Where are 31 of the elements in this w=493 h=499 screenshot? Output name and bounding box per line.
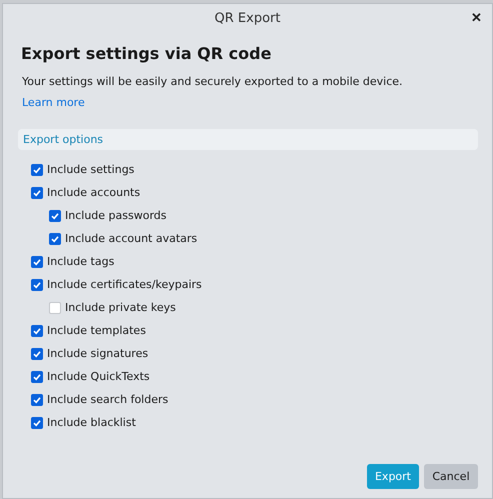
option-label: Include templates [47, 324, 146, 337]
checkbox[interactable] [31, 324, 43, 336]
option-label: Include private keys [65, 301, 176, 314]
checkbox[interactable] [49, 302, 61, 314]
checkbox[interactable] [49, 210, 61, 222]
checkbox[interactable] [31, 348, 43, 360]
option-label: Include account avatars [65, 232, 198, 245]
option-label: Include search folders [47, 393, 168, 406]
option-label: Include blacklist [47, 416, 136, 429]
window-title: QR Export [214, 10, 280, 26]
checkbox[interactable] [31, 394, 43, 406]
option-label: Include certificates/keypairs [47, 278, 202, 291]
option-label: Include accounts [47, 186, 140, 199]
section-header: Export options [18, 129, 478, 150]
option-label: Include QuickTexts [47, 370, 150, 383]
close-button[interactable]: ✕ [467, 8, 486, 27]
dialog-heading: Export settings via QR code [21, 44, 272, 63]
checkbox[interactable] [49, 232, 61, 244]
option-label: Include passwords [65, 209, 166, 222]
checkbox[interactable] [31, 256, 43, 268]
option-label: Include settings [47, 163, 134, 176]
checkbox[interactable] [31, 186, 43, 198]
checkbox[interactable] [31, 164, 43, 176]
option-label: Include signatures [47, 347, 148, 360]
description-text: Your settings will be easily and securely exported to a mobile device. [22, 75, 403, 88]
checkbox[interactable] [31, 278, 43, 290]
learn-more-link[interactable]: Learn more [22, 96, 85, 109]
checkbox[interactable] [31, 370, 43, 382]
checkbox[interactable] [31, 416, 43, 428]
option-label: Include tags [47, 255, 114, 268]
cancel-button[interactable]: Cancel [424, 464, 478, 489]
